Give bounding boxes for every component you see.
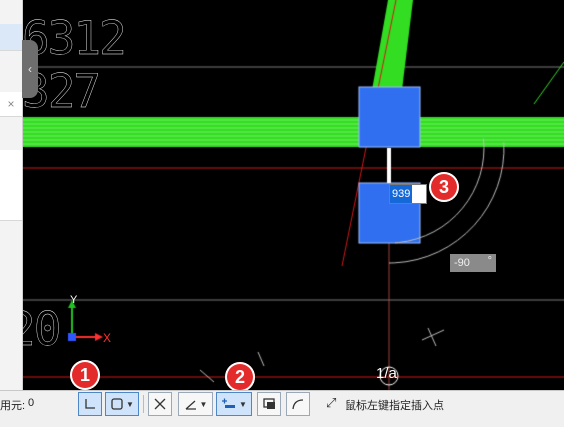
panel-row[interactable] [0,176,22,199]
toolbar-divider [143,395,144,413]
angle-snap-button[interactable]: ▼ [178,392,213,416]
panel-row-selected[interactable] [0,24,22,51]
cad-drawing-canvas[interactable] [0,0,564,427]
arc-icon [292,399,304,410]
angle-value: -90 [454,257,470,269]
dynamic-input-icon [263,398,275,409]
offset-icon [222,398,236,408]
orthogonal-toggle-button[interactable] [78,392,102,416]
object-snap-button[interactable]: ▼ [105,392,139,416]
chevron-down-icon: ▼ [199,399,208,409]
dynamic-input-button[interactable] [257,392,281,416]
collapse-panel-button[interactable]: ‹ [22,40,38,98]
panel-row[interactable] [0,198,22,221]
status-bar: 用元: 0 ▼ ▼ ▼ ⤢ 鼠标左键指定插入点 [0,390,564,427]
intersection-icon [154,398,166,410]
offset-insert-button[interactable]: ▼ [216,392,252,416]
dimension-input-value: 939 [390,185,413,203]
resize-arrow-icon: ⤢ [326,395,337,410]
command-prompt: 鼠标左键指定插入点 [345,400,444,412]
app-window: 6312 327 20 939 -90 ° 1/a Y X 1 2 3 × ‹ … [0,0,564,427]
arc-button[interactable] [286,392,310,416]
angle-unit: ° [487,255,492,267]
status-value: 0 [28,397,35,409]
intersection-button[interactable] [148,392,172,416]
dimension-input-field[interactable]: 939 [389,184,427,204]
chevron-down-icon: ▼ [239,399,247,409]
close-icon[interactable]: × [0,92,22,117]
left-property-panel: × [0,0,23,390]
status-label: 用元: [0,400,26,412]
snap-box-icon [111,398,123,410]
angle-input-field[interactable]: -90 ° [450,254,496,272]
orthogonal-icon [85,399,95,409]
panel-row[interactable] [0,150,22,177]
chevron-down-icon: ▼ [126,399,134,409]
angle-icon [185,400,196,410]
